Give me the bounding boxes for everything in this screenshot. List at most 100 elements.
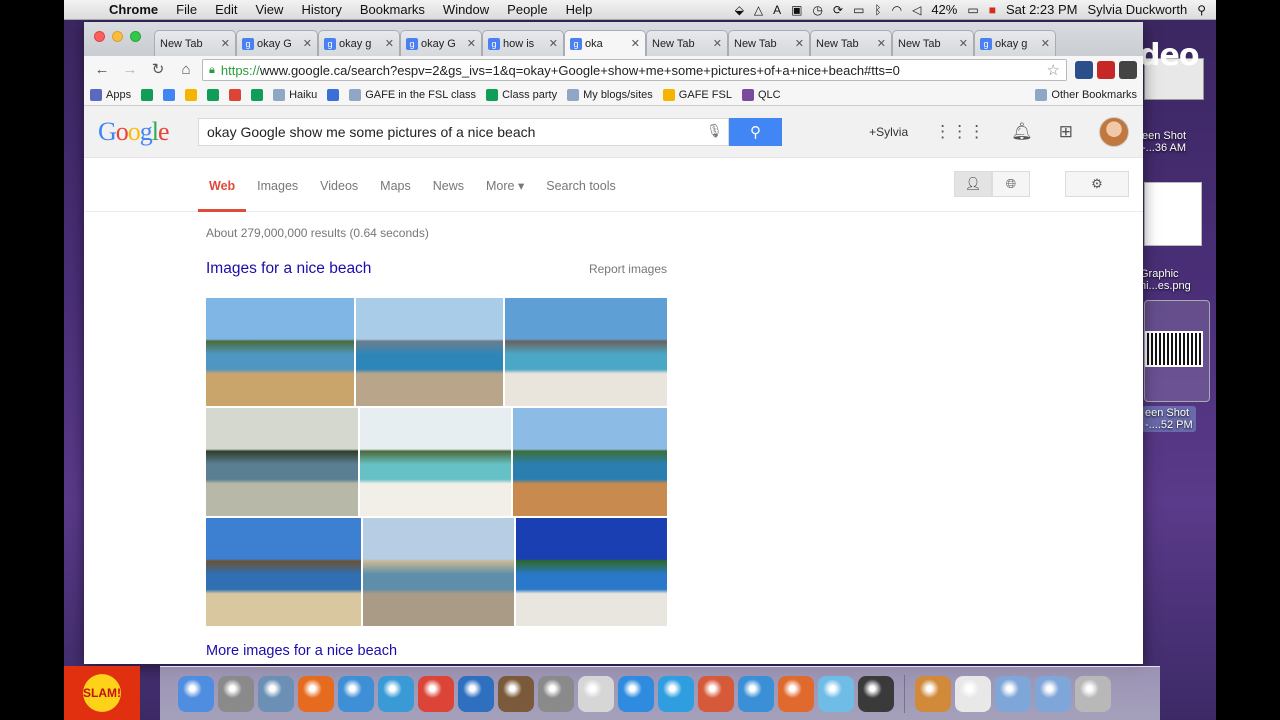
- search-button[interactable]: ⚲: [729, 117, 782, 146]
- twitter-icon[interactable]: [658, 675, 694, 712]
- close-tab-icon[interactable]: ✕: [385, 37, 394, 50]
- close-tab-icon[interactable]: ✕: [467, 37, 476, 50]
- photos-icon[interactable]: [698, 675, 734, 712]
- dvd-player-icon[interactable]: [578, 675, 614, 712]
- preview-icon[interactable]: [258, 675, 294, 712]
- applications-folder-icon[interactable]: [995, 675, 1031, 712]
- volume-icon[interactable]: ◁: [912, 3, 921, 17]
- beach-image-thumbnail[interactable]: [360, 408, 511, 516]
- beach-image-thumbnail[interactable]: [356, 298, 503, 406]
- desktop-file-graphic[interactable]: [1144, 182, 1202, 246]
- extension-icon[interactable]: [1097, 61, 1115, 79]
- trash-icon[interactable]: [1075, 675, 1111, 712]
- bookmark-star-icon[interactable]: ☆: [1047, 61, 1060, 79]
- close-tab-icon[interactable]: ✕: [877, 37, 886, 50]
- bookmark-item[interactable]: Apps: [90, 88, 131, 101]
- wifi-icon[interactable]: ◠: [892, 3, 902, 17]
- system-preferences-icon[interactable]: [538, 675, 574, 712]
- bookmark-item[interactable]: GAFE in the FSL class: [349, 88, 476, 101]
- beach-image-thumbnail[interactable]: [206, 408, 358, 516]
- airplay-icon[interactable]: ▭: [853, 3, 864, 17]
- personal-results-button[interactable]: 👤︎: [954, 171, 992, 197]
- browser-tab[interactable]: g how is ✕: [482, 30, 564, 56]
- bookmark-item[interactable]: [251, 88, 264, 101]
- close-tab-icon[interactable]: ✕: [303, 37, 312, 50]
- beach-image-thumbnail[interactable]: [513, 408, 667, 516]
- close-tab-icon[interactable]: ✕: [221, 37, 230, 50]
- bookmark-item[interactable]: [163, 88, 176, 101]
- menu-help[interactable]: Help: [557, 2, 602, 17]
- close-tab-icon[interactable]: ✕: [549, 37, 558, 50]
- photo-booth-icon[interactable]: [498, 675, 534, 712]
- menu-history[interactable]: History: [292, 2, 350, 17]
- sync-icon[interactable]: ⟳: [833, 3, 843, 17]
- menu-view[interactable]: View: [246, 2, 292, 17]
- menu-app-name[interactable]: Chrome: [100, 2, 167, 17]
- images-heading-link[interactable]: Images for a nice beach: [206, 260, 371, 278]
- back-button[interactable]: ←: [90, 59, 114, 81]
- menu-bookmarks[interactable]: Bookmarks: [351, 2, 434, 17]
- firefox-icon[interactable]: [298, 675, 334, 712]
- png-file-icon[interactable]: [955, 675, 991, 712]
- bookmark-item[interactable]: [185, 88, 198, 101]
- tab-more[interactable]: More ▾: [475, 178, 535, 211]
- drive-icon[interactable]: △: [754, 3, 763, 17]
- quicktime-icon[interactable]: [458, 675, 494, 712]
- messages-icon[interactable]: [818, 675, 854, 712]
- close-tab-icon[interactable]: ✕: [631, 37, 640, 50]
- browser-tab[interactable]: g okay g ✕: [318, 30, 400, 56]
- launchpad-icon[interactable]: [218, 675, 254, 712]
- battery-percent[interactable]: 42%: [931, 2, 957, 17]
- safari-icon[interactable]: [378, 675, 414, 712]
- extension-icon[interactable]: [1075, 61, 1093, 79]
- extension-icon[interactable]: [1119, 61, 1137, 79]
- bookmark-item[interactable]: [141, 88, 154, 101]
- menu-window[interactable]: Window: [434, 2, 498, 17]
- powerpoint-icon[interactable]: [778, 675, 814, 712]
- close-tab-icon[interactable]: ✕: [713, 37, 722, 50]
- browser-tab[interactable]: New Tab ✕: [892, 30, 974, 56]
- browser-tab[interactable]: New Tab ✕: [810, 30, 892, 56]
- other-bookmarks[interactable]: Other Bookmarks: [1035, 88, 1137, 101]
- document-icon[interactable]: [915, 675, 951, 712]
- tab-news[interactable]: News: [422, 179, 475, 211]
- bluetooth-icon[interactable]: ᛒ: [874, 3, 881, 17]
- search-input[interactable]: okay Google show me some pictures of a n…: [198, 117, 729, 146]
- global-results-button[interactable]: 🌐︎: [992, 171, 1030, 197]
- close-tab-icon[interactable]: ✕: [1041, 37, 1050, 50]
- beach-image-thumbnail[interactable]: [363, 518, 514, 626]
- dropbox-icon[interactable]: ⬙: [735, 3, 744, 17]
- battery-icon[interactable]: ▭: [967, 3, 978, 17]
- browser-tab[interactable]: g okay G ✕: [236, 30, 318, 56]
- browser-tab[interactable]: New Tab ✕: [154, 30, 236, 56]
- browser-tab[interactable]: g oka ✕: [564, 30, 646, 56]
- report-images-link[interactable]: Report images: [589, 262, 667, 276]
- tab-maps[interactable]: Maps: [369, 179, 422, 211]
- close-tab-icon[interactable]: ✕: [959, 37, 968, 50]
- bookmark-item[interactable]: GAFE FSL: [662, 88, 732, 101]
- forward-button[interactable]: →: [118, 59, 142, 81]
- chrome-icon[interactable]: [418, 675, 454, 712]
- beach-image-thumbnail[interactable]: [516, 518, 667, 626]
- minimize-window-button[interactable]: [112, 31, 123, 42]
- zoom-window-button[interactable]: [130, 31, 141, 42]
- microphone-icon[interactable]: 🎙︎: [706, 123, 723, 141]
- beach-image-thumbnail[interactable]: [505, 298, 667, 406]
- notification-icon[interactable]: ▣: [791, 3, 802, 17]
- menu-file[interactable]: File: [167, 2, 206, 17]
- imovie-icon[interactable]: [858, 675, 894, 712]
- browser-tab[interactable]: g okay G ✕: [400, 30, 482, 56]
- tab-web[interactable]: Web: [198, 179, 247, 212]
- apps-grid-icon[interactable]: ⋮⋮⋮: [934, 122, 985, 142]
- tab-search-tools[interactable]: Search tools: [535, 179, 626, 211]
- bookmark-item[interactable]: Class party: [486, 88, 557, 101]
- documents-folder-icon[interactable]: [1035, 675, 1071, 712]
- more-images-link[interactable]: More images for a nice beach: [206, 643, 1143, 659]
- address-bar[interactable]: 🔒︎ https:// www.google.ca/search?espv=2&…: [202, 59, 1067, 81]
- finder-icon[interactable]: [178, 675, 214, 712]
- browser-tab[interactable]: New Tab ✕: [728, 30, 810, 56]
- timemachine-icon[interactable]: ◷: [813, 3, 823, 17]
- bookmark-item[interactable]: [327, 88, 340, 101]
- menu-edit[interactable]: Edit: [206, 2, 246, 17]
- bookmark-item[interactable]: [207, 88, 220, 101]
